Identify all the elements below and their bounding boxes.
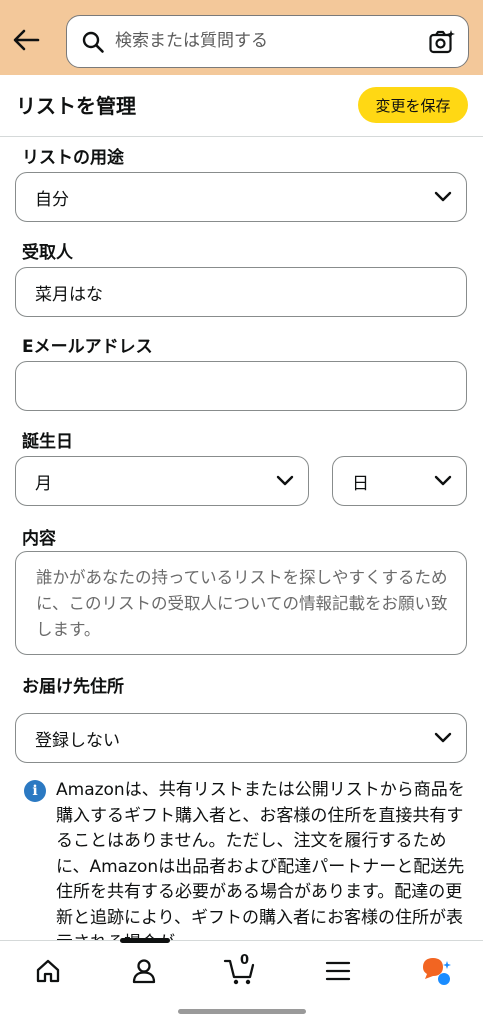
- menu-icon: [325, 961, 351, 981]
- address-label: お届け先住所: [22, 677, 124, 697]
- birthday-label: 誕生日: [22, 432, 73, 452]
- description-textarea[interactable]: 誰かがあなたの持っているリストを探しやすくするために、このリストの受取人について…: [15, 551, 467, 655]
- top-bar: [0, 0, 483, 75]
- home-indicator: [178, 1009, 306, 1014]
- description-placeholder: 誰かがあなたの持っているリストを探しやすくするために、このリストの受取人について…: [36, 568, 448, 639]
- save-changes-button[interactable]: 変更を保存: [358, 87, 468, 123]
- birthday-month-select[interactable]: 月: [15, 456, 309, 506]
- nav-account[interactable]: [124, 955, 164, 987]
- back-button[interactable]: [10, 24, 42, 56]
- search-box[interactable]: [66, 15, 469, 68]
- chevron-down-icon: [434, 475, 452, 486]
- cart-count: 0: [240, 953, 250, 968]
- back-arrow-icon: [13, 29, 40, 51]
- recipient-value: 菜月はな: [35, 284, 103, 305]
- account-icon: [132, 959, 156, 984]
- recipient-label: 受取人: [22, 243, 73, 263]
- bottom-navigation: 0: [0, 938, 483, 1024]
- birthday-day-value: 日: [352, 473, 369, 494]
- camera-icon: [429, 30, 455, 54]
- purpose-value: 自分: [35, 189, 69, 210]
- email-label: Eメールアドレス: [22, 337, 153, 357]
- purpose-label: リストの用途: [22, 148, 124, 168]
- description-label: 内容: [22, 529, 56, 549]
- nav-menu[interactable]: [318, 955, 358, 987]
- birthday-month-value: 月: [35, 473, 52, 494]
- page-header: リストを管理 変更を保存: [0, 75, 483, 137]
- chevron-down-icon: [276, 475, 294, 486]
- active-tab-indicator: [120, 938, 170, 943]
- birthday-day-select[interactable]: 日: [332, 456, 467, 506]
- email-field[interactable]: [15, 361, 467, 411]
- info-icon: i: [24, 780, 46, 802]
- address-privacy-text: Amazonは、共有リストまたは公開リストから商品を購入するギフト購入者と、お客…: [56, 780, 465, 953]
- recipient-field[interactable]: 菜月はな: [15, 267, 467, 317]
- home-icon: [36, 959, 60, 983]
- camera-search-button[interactable]: [428, 28, 456, 56]
- chevron-down-icon: [434, 732, 452, 743]
- chevron-down-icon: [434, 191, 452, 202]
- nav-home[interactable]: [28, 955, 68, 987]
- assistant-icon: [423, 958, 451, 985]
- nav-assistant[interactable]: [416, 955, 456, 987]
- search-input[interactable]: [115, 16, 415, 66]
- address-value: 登録しない: [35, 730, 120, 751]
- page-title: リストを管理: [16, 94, 136, 118]
- address-select[interactable]: 登録しない: [15, 713, 467, 763]
- purpose-select[interactable]: 自分: [15, 172, 467, 222]
- search-icon: [82, 31, 104, 53]
